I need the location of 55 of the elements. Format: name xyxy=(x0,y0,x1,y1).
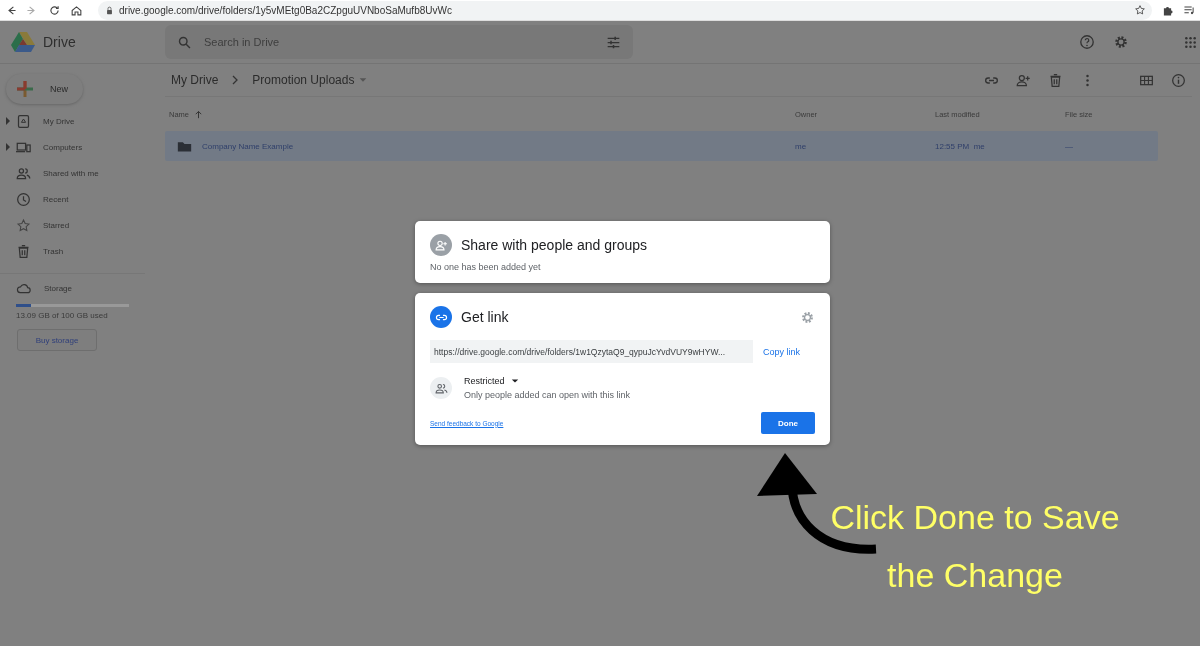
link-icon xyxy=(430,306,452,328)
info-icon[interactable] xyxy=(1171,72,1186,88)
file-size-cell: — xyxy=(1065,141,1073,151)
breadcrumb-item[interactable]: Promotion Uploads xyxy=(248,73,373,87)
access-dropdown[interactable]: Restricted xyxy=(464,376,519,386)
buy-storage-button[interactable]: Buy storage xyxy=(17,329,97,351)
sidebar-item[interactable]: Shared with me xyxy=(0,160,165,186)
people-icon xyxy=(430,377,452,399)
expand-caret-icon[interactable] xyxy=(5,143,11,151)
drive-logo xyxy=(11,31,35,53)
address-bar[interactable]: drive.google.com/drive/folders/1y5vMEtg0Ba2CZpguUVNboSaMufb8UvWc xyxy=(98,0,1152,20)
expand-caret-icon[interactable] xyxy=(5,117,11,125)
caret-icon xyxy=(510,377,519,385)
help-icon[interactable] xyxy=(1079,34,1095,50)
search-icon xyxy=(177,34,192,50)
sort-arrow-icon[interactable] xyxy=(193,108,204,120)
star-icon[interactable] xyxy=(1134,4,1146,16)
star-icon xyxy=(16,217,31,233)
sidebar-item[interactable]: Computers xyxy=(0,134,165,160)
sidebar-item[interactable]: Starred xyxy=(0,212,165,238)
settings-icon[interactable] xyxy=(800,309,815,325)
people-icon xyxy=(16,165,31,181)
reading-list-icon[interactable] xyxy=(1183,3,1196,17)
annotation-text: Click Done to Save the Change xyxy=(829,497,1121,596)
apps-grid-icon[interactable] xyxy=(1183,34,1198,50)
drive-icon xyxy=(16,113,31,129)
storage-item[interactable]: Storage xyxy=(0,280,165,296)
url-text: drive.google.com/drive/folders/1y5vMEtg0Ba2CZpguUVNboSaMufb8UvWc xyxy=(119,4,452,16)
sidebar-item[interactable]: Recent xyxy=(0,186,165,212)
sidebar-item[interactable]: Trash xyxy=(0,238,165,264)
access-description: Only people added can open with this link xyxy=(464,390,631,400)
link-field[interactable]: https://drive.google.com/drive/folders/1w1QzytaQ9_qypuJcYvdVUY9wHYW... xyxy=(430,340,753,363)
home-icon[interactable] xyxy=(70,3,83,17)
trash-icon xyxy=(16,243,31,259)
clock-icon xyxy=(16,191,31,207)
filter-options-icon[interactable] xyxy=(606,34,621,50)
share-title: Share with people and groups xyxy=(461,237,648,253)
plus-icon xyxy=(16,80,34,98)
add-person-icon[interactable] xyxy=(1016,72,1031,88)
new-button[interactable]: New xyxy=(6,74,83,104)
share-status: No one has been added yet xyxy=(430,262,542,272)
lock-icon xyxy=(104,4,115,16)
search-field[interactable]: Search in Drive xyxy=(165,25,633,59)
settings-icon[interactable] xyxy=(1113,34,1129,50)
app-name: Drive xyxy=(43,34,76,50)
copy-link-button[interactable]: Copy link xyxy=(763,346,800,357)
trash-icon[interactable] xyxy=(1048,72,1063,88)
reload-icon[interactable] xyxy=(48,3,61,17)
search-placeholder: Search in Drive xyxy=(204,36,281,48)
sidebar-item[interactable]: My Drive xyxy=(0,108,165,134)
add-person-icon xyxy=(430,234,452,256)
done-button[interactable]: Done xyxy=(761,412,815,434)
get-link-title: Get link xyxy=(461,309,509,325)
breadcrumb-item[interactable]: My Drive xyxy=(167,73,223,87)
file-name: Company Name Example xyxy=(202,141,294,151)
